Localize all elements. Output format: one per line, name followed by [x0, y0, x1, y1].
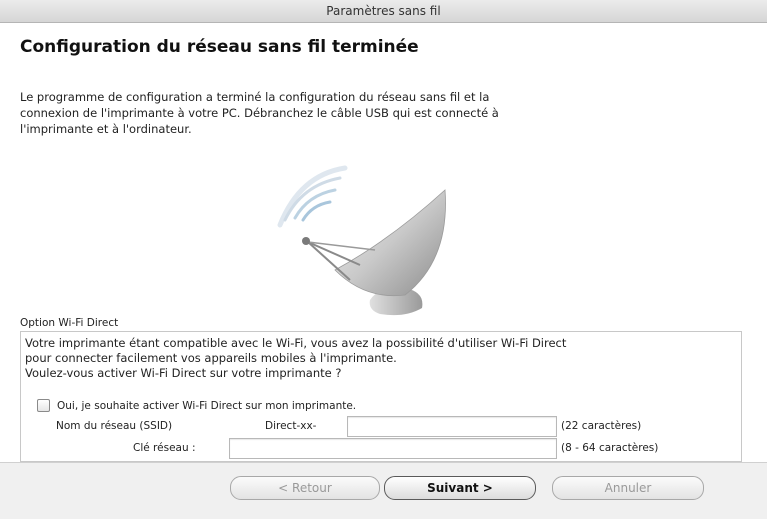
wifi-direct-panel: Votre imprimante étant compatible avec l… — [20, 331, 742, 462]
description-line: pour connecter facilement vos appareils … — [25, 351, 397, 365]
enable-wifi-direct-row[interactable]: Oui, je souhaite activer Wi-Fi Direct su… — [37, 399, 356, 412]
window-title-bar: Paramètres sans fil — [0, 0, 767, 23]
network-key-input[interactable] — [229, 438, 557, 459]
enable-wifi-direct-label[interactable]: Oui, je souhaite activer Wi-Fi Direct su… — [57, 400, 356, 412]
description-line: Voulez-vous activer Wi-Fi Direct sur vot… — [25, 366, 342, 380]
cancel-button[interactable]: Annuler — [552, 476, 704, 500]
satellite-dish-icon — [240, 150, 480, 320]
completion-message: Le programme de configuration a terminé … — [20, 89, 720, 137]
back-button[interactable]: < Retour — [230, 476, 380, 500]
message-line: connexion de l'imprimante à votre PC. Dé… — [20, 106, 499, 120]
message-line: Le programme de configuration a terminé … — [20, 90, 490, 104]
enable-wifi-direct-checkbox[interactable] — [37, 399, 50, 412]
window-title: Paramètres sans fil — [326, 4, 441, 18]
ssid-label: Nom du réseau (SSID) — [56, 420, 173, 432]
message-line: l'imprimante et à l'ordinateur. — [20, 122, 192, 136]
ssid-prefix: Direct-xx- — [265, 420, 317, 432]
next-button[interactable]: Suivant > — [384, 476, 536, 500]
page-title: Configuration du réseau sans fil terminé… — [20, 37, 419, 57]
network-key-length-hint: (8 - 64 caractères) — [561, 442, 659, 454]
wifi-direct-description: Votre imprimante étant compatible avec l… — [25, 336, 735, 381]
ssid-input[interactable] — [347, 416, 557, 437]
network-key-label: Clé réseau : — [133, 442, 196, 454]
description-line: Votre imprimante étant compatible avec l… — [25, 336, 567, 350]
wifi-direct-section-label: Option Wi-Fi Direct — [20, 317, 119, 329]
ssid-length-hint: (22 caractères) — [561, 420, 642, 432]
